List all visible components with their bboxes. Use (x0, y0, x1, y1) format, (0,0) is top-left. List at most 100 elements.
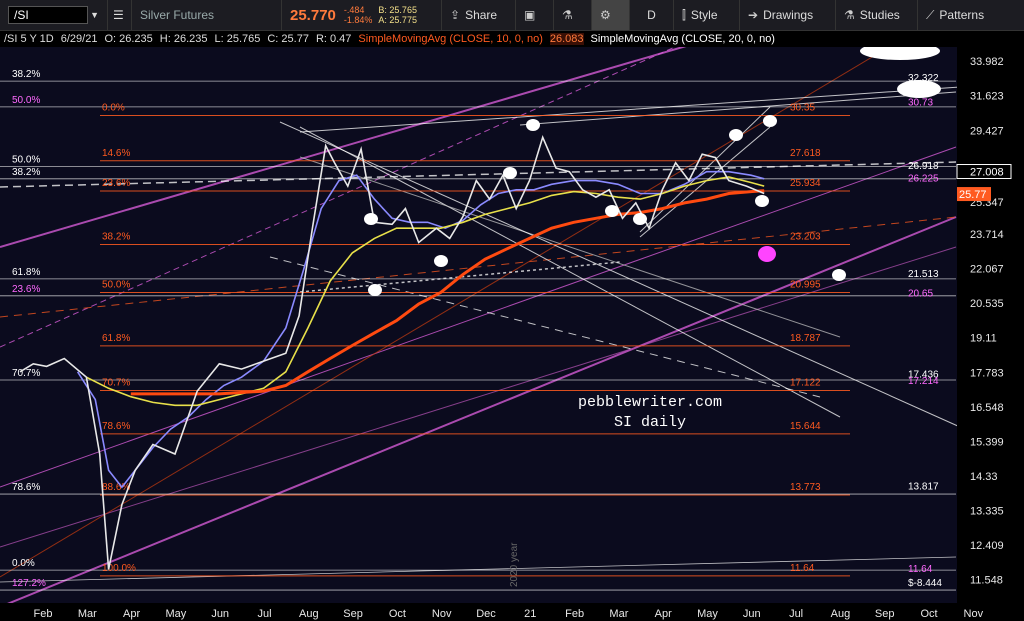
circle-marker (763, 115, 777, 127)
cursor-price-label: 27.008 (970, 167, 1004, 179)
fib-label-value: 17.122 (790, 377, 821, 388)
level-label-right: 30.73 (908, 97, 933, 108)
level-label-right: 17.214 (908, 376, 939, 387)
circle-marker (503, 167, 517, 179)
price-tick: 22.067 (970, 264, 1004, 276)
info-symbol: /SI 5 Y 1D (4, 33, 54, 45)
time-tick: Nov (964, 608, 984, 620)
time-tick: Jul (789, 608, 803, 620)
drawings-label: Drawings (763, 8, 814, 22)
fib-label-pct: 14.6% (102, 148, 130, 159)
studies-button[interactable]: ⚗ Studies (836, 0, 918, 30)
time-tick: Mar (609, 608, 628, 620)
lab-button[interactable]: ⚗ (554, 0, 592, 30)
price-tick: 11.548 (970, 575, 1003, 587)
quote-box: 25.770 -.484 -1.84% B: 25.765 A: 25.775 (282, 0, 442, 30)
time-axis-background (0, 603, 1024, 621)
fib-label-left: 38.2% (12, 167, 40, 178)
time-tick: Feb (565, 608, 584, 620)
info-high: H: 26.235 (159, 33, 208, 45)
share-icon: ⇪ (450, 8, 461, 22)
gear-icon: ⚙ (600, 8, 611, 22)
info-low: L: 25.765 (214, 33, 261, 45)
price-tick: 20.535 (970, 298, 1004, 310)
time-tick: 21 (524, 608, 536, 620)
style-button[interactable]: ⫿ Style (674, 0, 740, 30)
price-tick: 19.11 (970, 333, 997, 345)
level-label-right: 26.918 (908, 161, 939, 172)
level-label-right: 21.513 (908, 269, 939, 280)
symbol-input[interactable]: /SI (8, 6, 88, 24)
share-button[interactable]: ⇪ Share (442, 0, 516, 30)
price-tick: 33.982 (970, 56, 1004, 68)
price-tick: 14.33 (970, 471, 998, 483)
time-axis[interactable]: Feb Mar Apr May Jun Jul Aug Sep Oct Nov Dec 21 Feb Ma… (0, 603, 1024, 621)
fib-label-left: 50.0% (12, 95, 40, 106)
time-tick: Nov (432, 608, 452, 620)
level-label-right: 26.225 (908, 174, 939, 185)
quotes-button[interactable]: ▣ (516, 0, 554, 30)
circle-marker (755, 195, 769, 207)
time-tick: Mar (78, 608, 97, 620)
candles-icon: ⫿ (682, 7, 686, 22)
style-label: Style (690, 8, 718, 22)
fib-label-left: 23.6% (12, 284, 40, 295)
fib-label-pct: 61.8% (102, 333, 130, 344)
price-tick: 29.427 (970, 125, 1004, 137)
fib-label-value: 11.64 (790, 563, 815, 574)
watermark-caption: SI daily (614, 414, 686, 431)
fib-label-value: 18.787 (790, 333, 821, 344)
time-tick: Oct (389, 608, 406, 620)
aggregation-button[interactable]: D (630, 0, 674, 30)
level-label-right: 11.64 (908, 564, 933, 575)
price-tick: 13.335 (970, 506, 1004, 518)
last-price-label: 25.77 (959, 189, 987, 201)
fib-label-value: 13.773 (790, 482, 821, 493)
watermark-site: pebblewriter.com (578, 394, 722, 411)
sma20-label[interactable]: SimpleMovingAvg (CLOSE, 20, 0, no) (591, 33, 775, 45)
fib-label-left: 0.0% (12, 558, 35, 569)
fib-label-pct: 78.6% (102, 421, 130, 432)
drawings-button[interactable]: ➔ Drawings (740, 0, 836, 30)
fib-label-value: 30.35 (790, 102, 815, 113)
fib-label-left: 61.8% (12, 267, 40, 278)
quote-icon: ▣ (524, 8, 536, 22)
arrow-icon: ➔ (748, 8, 759, 22)
price-tick: 23.714 (970, 229, 1004, 241)
time-tick: Oct (920, 608, 937, 620)
settings-button[interactable]: ⚙ (592, 0, 630, 30)
price-tick: 15.399 (970, 436, 1004, 448)
price-axis[interactable]: 33.98231.62329.42727.00825.34723.71422.0… (956, 47, 1024, 621)
symbol-menu-button[interactable]: ☰ (108, 0, 132, 30)
fib-label-pct: 23.6% (102, 178, 130, 189)
circle-marker (368, 284, 382, 296)
time-tick: Aug (299, 608, 319, 620)
symbol-selector[interactable]: /SI ▼ (0, 0, 108, 30)
change-percent: -1.84% (343, 15, 373, 25)
sma10-label[interactable]: SimpleMovingAvg (CLOSE, 10, 0, no) (358, 33, 542, 45)
time-tick: May (166, 608, 187, 620)
menu-icon: ☰ (113, 8, 124, 22)
fib-label-value: 27.618 (790, 148, 821, 159)
fib-label-left: 50.0% (12, 154, 40, 165)
time-tick: Feb (34, 608, 53, 620)
time-tick: Apr (123, 608, 140, 620)
circle-marker (605, 205, 619, 217)
time-tick: Jun (743, 608, 761, 620)
patterns-button[interactable]: ⟋ Patterns (918, 0, 1024, 30)
fib-label-pct: 38.2% (102, 231, 130, 242)
ask-value: A: 25.775 (378, 15, 417, 25)
chevron-down-icon[interactable]: ▼ (90, 10, 99, 20)
price-chart[interactable]: 38.2% 50.0% 50.0% 38.2% 61.8% 23.6% 70.7% 78.6%… (0, 47, 1024, 621)
time-tick: Sep (875, 608, 895, 620)
time-tick: Aug (831, 608, 851, 620)
time-tick: Dec (476, 608, 496, 620)
price-tick: 31.623 (970, 91, 1004, 103)
fib-label-value: 15.644 (790, 421, 821, 432)
chart-info-bar: /SI 5 Y 1D 6/29/21 O: 26.235 H: 26.235 L… (0, 31, 1024, 47)
info-range: R: 0.47 (315, 33, 352, 45)
time-tick: Apr (655, 608, 672, 620)
pink-marker (758, 246, 776, 262)
highlight-marker (897, 80, 941, 98)
bid-value: B: 25.765 (378, 5, 417, 15)
